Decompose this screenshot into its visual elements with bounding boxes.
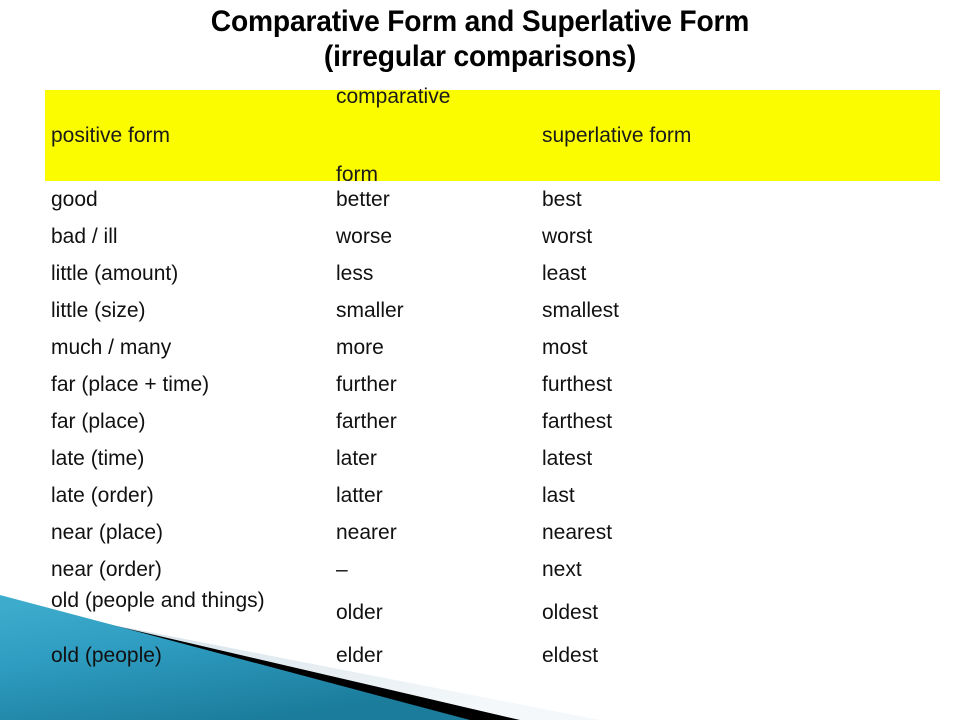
cell-superlative-form: last xyxy=(542,484,575,507)
slide-canvas: Comparative Form and Superlative Form (i… xyxy=(0,0,960,720)
comparison-table: positive form comparative form superlati… xyxy=(45,85,940,674)
cell-comparative-form: elder xyxy=(336,644,383,667)
cell-superlative-form: best xyxy=(542,188,582,211)
cell-comparative-form: better xyxy=(336,188,390,211)
cell-superlative-form: nearest xyxy=(542,521,613,544)
table-row: far (place) farther farthest xyxy=(45,403,940,440)
table-row: near (place) nearer nearest xyxy=(45,514,940,551)
table-row: late (time) later latest xyxy=(45,440,940,477)
cell-positive-form: bad / ill xyxy=(51,225,118,248)
cell-superlative-form: least xyxy=(542,262,587,285)
cell-superlative-form: next xyxy=(542,558,582,581)
table-body: good better best bad / ill worse worst little … xyxy=(45,181,940,674)
cell-positive-form: much / many xyxy=(51,336,172,359)
title-line-2: (irregular comparisons) xyxy=(323,40,637,73)
cell-superlative-form: worst xyxy=(542,225,593,248)
cell-positive-form: far (place + time) xyxy=(51,373,210,396)
cell-comparative-form: latter xyxy=(336,484,383,507)
cell-comparative-form: later xyxy=(336,447,377,470)
table-row: much / many more most xyxy=(45,329,940,366)
cell-positive-form: old (people) xyxy=(51,644,162,667)
cell-comparative-form: smaller xyxy=(336,299,404,322)
title-line-1: Comparative Form and Superlative Form xyxy=(210,5,750,38)
cell-positive-form: late (order) xyxy=(51,484,154,507)
column-header-positive-form: positive form xyxy=(51,123,171,147)
cell-positive-form: far (place) xyxy=(51,410,146,433)
table-row: bad / ill worse worst xyxy=(45,218,940,255)
table-header-row: positive form comparative form superlati… xyxy=(45,85,940,186)
cell-superlative-form: most xyxy=(542,336,588,359)
cell-positive-form: late (time) xyxy=(51,447,145,470)
cell-comparative-form: more xyxy=(336,336,384,359)
table-row: far (place + time) further furthest xyxy=(45,366,940,403)
column-header-comparative-line-1: comparative xyxy=(336,84,451,108)
cell-comparative-form: less xyxy=(336,262,374,285)
cell-comparative-form: – xyxy=(336,558,348,581)
column-header-superlative-form: superlative form xyxy=(542,123,692,147)
cell-positive-form: little (amount) xyxy=(51,262,179,285)
table-row: good better best xyxy=(45,181,940,218)
cell-superlative-form: oldest xyxy=(542,601,599,624)
table-row: little (amount) less least xyxy=(45,255,940,292)
table-row: old (people and things) older oldest xyxy=(45,588,940,637)
cell-comparative-form: nearer xyxy=(336,521,397,544)
cell-positive-form: good xyxy=(51,188,98,211)
cell-comparative-form: worse xyxy=(336,225,393,248)
cell-superlative-form: furthest xyxy=(542,373,613,396)
table-row: near (order) – next xyxy=(45,551,940,588)
cell-superlative-form: smallest xyxy=(542,299,620,322)
cell-positive-form: old (people and things) xyxy=(51,589,265,612)
table-row: late (order) latter last xyxy=(45,477,940,514)
cell-comparative-form: farther xyxy=(336,410,397,433)
cell-positive-form: near (order) xyxy=(51,558,162,581)
table-row: old (people) elder eldest xyxy=(45,637,940,674)
table-row: little (size) smaller smallest xyxy=(45,292,940,329)
cell-superlative-form: eldest xyxy=(542,644,599,667)
page-title: Comparative Form and Superlative Form (i… xyxy=(0,4,960,74)
cell-positive-form: near (place) xyxy=(51,521,164,544)
cell-superlative-form: latest xyxy=(542,447,593,470)
cell-comparative-form: further xyxy=(336,373,397,396)
cell-comparative-form: older xyxy=(336,601,383,624)
cell-positive-form: little (size) xyxy=(51,299,146,322)
cell-superlative-form: farthest xyxy=(542,410,613,433)
